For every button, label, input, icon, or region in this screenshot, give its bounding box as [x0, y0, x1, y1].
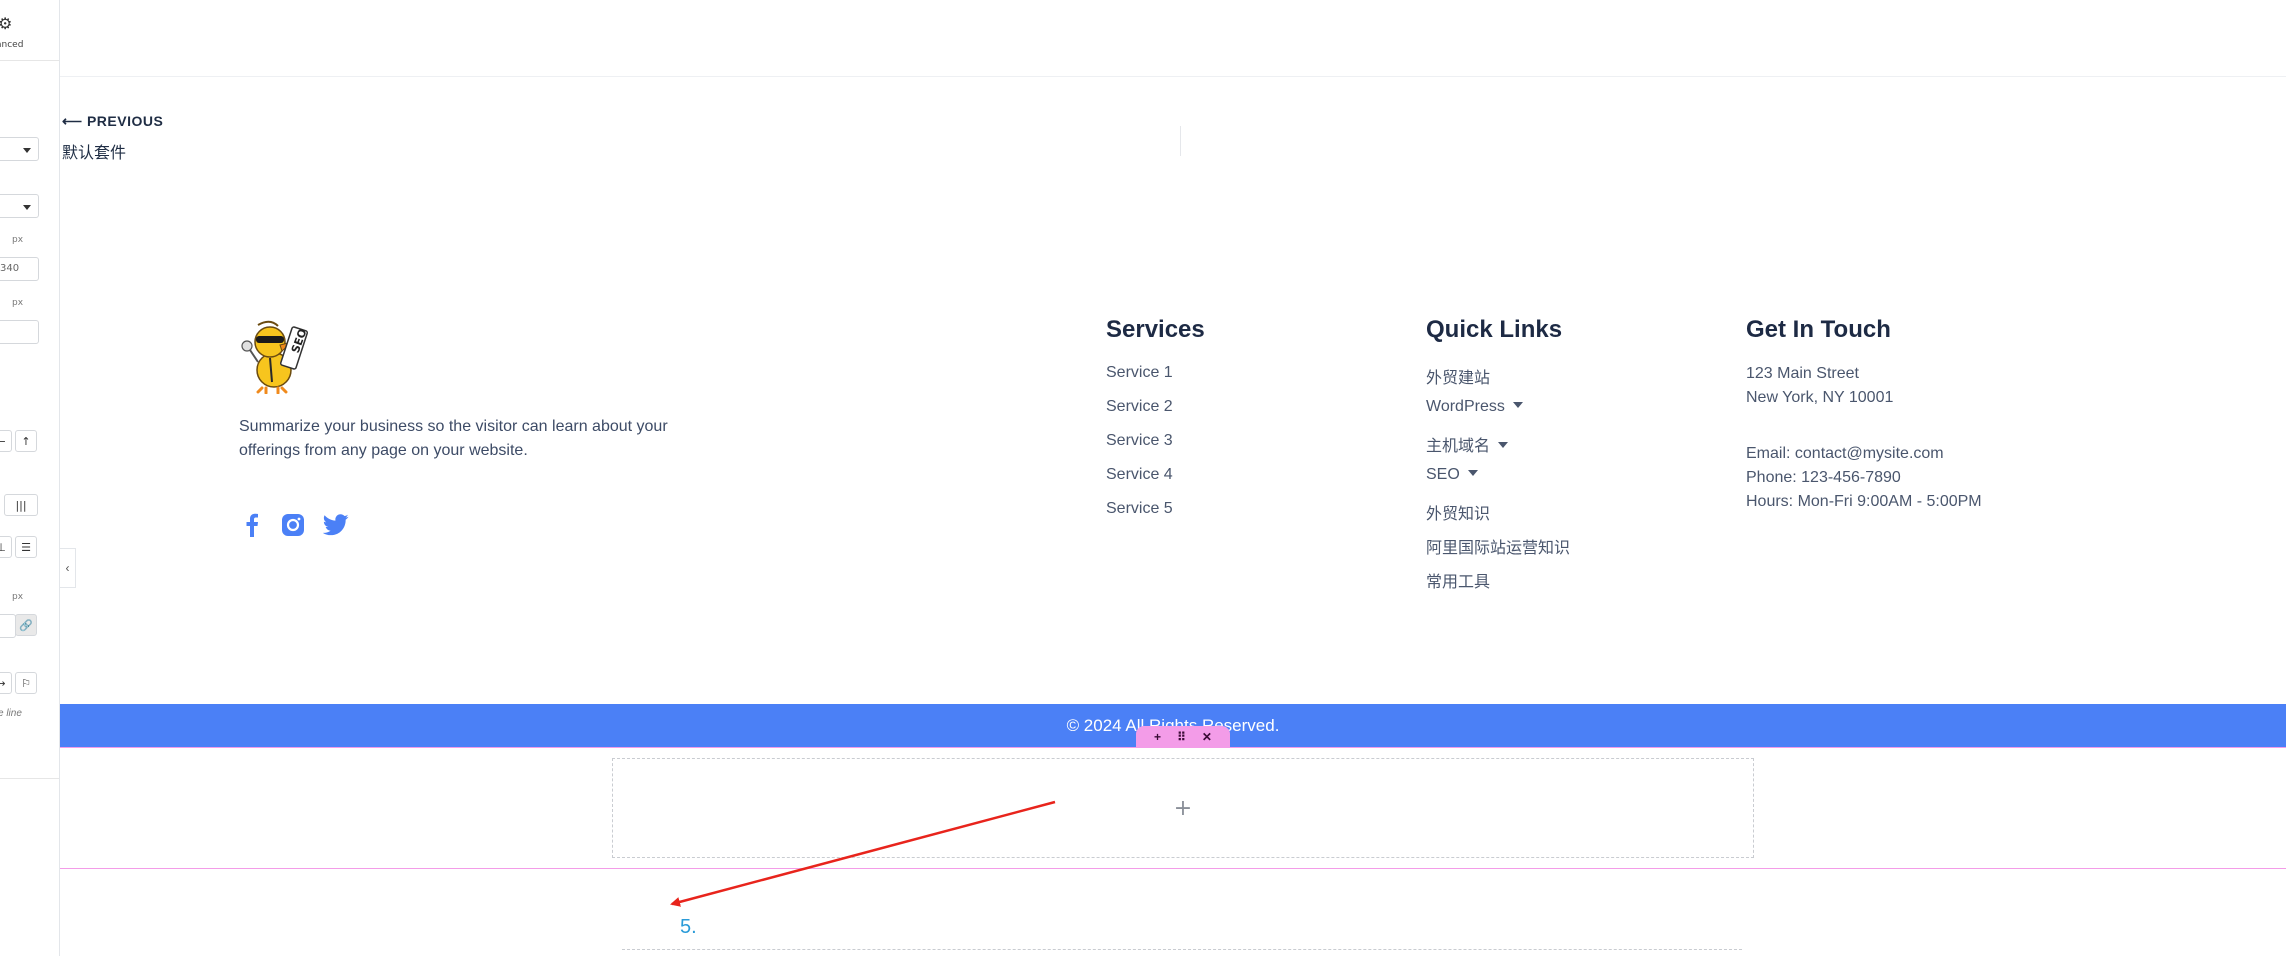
move-section-icon[interactable]: ⠿	[1177, 730, 1186, 744]
quick-link-dropdown[interactable]: 主机域名	[1426, 432, 1509, 456]
twitter-icon[interactable]	[323, 512, 349, 538]
address-line: New York, NY 10001	[1746, 389, 1894, 406]
quick-links-heading: Quick Links	[1426, 316, 1563, 343]
size-input[interactable]	[0, 320, 39, 344]
caret-down-icon	[1512, 401, 1523, 408]
quick-link-dropdown[interactable]: SEO	[1426, 466, 1478, 484]
service-link[interactable]: Service 1	[1106, 364, 1173, 382]
helper-note: e line	[0, 708, 22, 719]
contact-heading: Get In Touch	[1746, 316, 1891, 343]
contact-hours: Hours: Mon-Fri 9:00AM - 5:00PM	[1746, 493, 1982, 510]
next-section-dropzone[interactable]	[622, 949, 1742, 956]
unit-selector[interactable]: px	[12, 298, 23, 308]
previous-post-link[interactable]: ⟵ PREVIOUS	[62, 113, 163, 130]
align-columns-icon[interactable]: |||	[4, 494, 38, 516]
contact-email: Email: contact@mysite.com	[1746, 445, 1944, 462]
caret-down-icon	[1467, 469, 1478, 476]
quick-link[interactable]: 外贸建站	[1426, 364, 1490, 388]
gear-icon[interactable]: ⚙	[0, 14, 12, 34]
quick-link[interactable]: 常用工具	[1426, 568, 1490, 592]
align-bottom-icon[interactable]: ⊥	[0, 536, 12, 558]
add-section-icon[interactable]: +	[1154, 730, 1161, 744]
previous-post-title[interactable]: 默认套件	[62, 139, 126, 163]
footer-description: Summarize your business so the visitor c…	[239, 418, 668, 459]
advanced-tab-label[interactable]: anced	[0, 40, 23, 50]
add-widget-icon[interactable]: +	[1174, 796, 1192, 821]
flag-icon[interactable]: ⚐	[15, 672, 37, 694]
page-canvas: ⟵ PREVIOUS 默认套件 SEO Summarize your busin…	[60, 0, 2286, 956]
arrow-left-icon[interactable]: ←	[0, 430, 12, 452]
unit-selector[interactable]: px	[12, 592, 23, 602]
close-section-icon[interactable]: ✕	[1202, 730, 1212, 744]
instagram-icon[interactable]	[280, 512, 306, 538]
facebook-icon[interactable]	[239, 512, 265, 538]
divider	[0, 778, 59, 779]
dropdown-select[interactable]	[0, 194, 39, 218]
dropdown-select[interactable]	[0, 137, 39, 161]
contact-phone: Phone: 123-456-7890	[1746, 469, 1901, 486]
service-link[interactable]: Service 3	[1106, 432, 1173, 450]
divider	[0, 60, 59, 61]
arrow-up-icon[interactable]: ↑	[15, 430, 37, 452]
quick-link[interactable]: 阿里国际站运营知识	[1426, 534, 1570, 558]
empty-column-dropzone[interactable]: +	[612, 758, 1754, 858]
size-input[interactable]	[0, 614, 16, 638]
service-link[interactable]: Service 2	[1106, 398, 1173, 416]
services-heading: Services	[1106, 316, 1205, 343]
link-icon[interactable]: 🔗	[15, 614, 37, 636]
quick-link[interactable]: 外贸知识	[1426, 500, 1490, 524]
quick-link-dropdown[interactable]: WordPress	[1426, 398, 1523, 416]
divider	[60, 76, 2286, 77]
service-link[interactable]: Service 5	[1106, 500, 1173, 518]
size-input[interactable]: 340	[0, 257, 39, 281]
arrow-right-icon[interactable]: →	[0, 672, 12, 694]
divider	[1180, 126, 1181, 156]
unit-selector[interactable]: px	[12, 235, 23, 245]
site-logo[interactable]: SEO	[240, 318, 316, 395]
editor-panel: ⚙ anced px 340 px ← ↑ ||| ⊥ ☰ px 🔗 → ⚐ e…	[0, 0, 60, 956]
step-number-label: 5.	[680, 916, 697, 938]
section-handle: + ⠿ ✕	[1136, 726, 1230, 748]
service-link[interactable]: Service 4	[1106, 466, 1173, 484]
caret-down-icon	[1498, 441, 1509, 448]
align-stretch-icon[interactable]: ☰	[15, 536, 37, 558]
address-line: 123 Main Street	[1746, 365, 1859, 382]
